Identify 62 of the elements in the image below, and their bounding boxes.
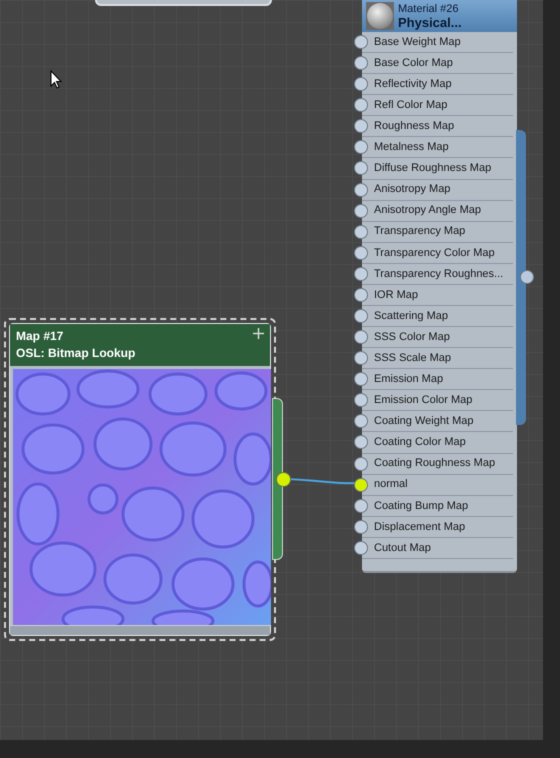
input-socket[interactable] — [354, 393, 368, 408]
input-socket[interactable] — [354, 456, 368, 471]
slot-label: IOR Map — [374, 288, 418, 303]
mouse-cursor-icon — [50, 70, 62, 89]
slot-label: Displacement Map — [374, 520, 466, 535]
input-socket[interactable] — [354, 35, 368, 49]
input-socket[interactable] — [354, 414, 368, 428]
node-type: OSL: Bitmap Lookup — [16, 345, 136, 362]
node-type: Physical... — [398, 16, 462, 29]
slot-label: Transparency Color Map — [374, 246, 495, 261]
input-socket[interactable] — [354, 309, 368, 324]
slot-label: Refl Color Map — [374, 98, 448, 114]
material-sphere-thumbnail — [366, 2, 394, 30]
input-socket[interactable] — [354, 540, 368, 555]
resize-grip[interactable] — [10, 625, 270, 635]
node-title: Map #17 — [16, 328, 64, 345]
slot-label: Reflectivity Map — [374, 76, 452, 92]
input-socket[interactable] — [354, 77, 368, 92]
slot-label: Transparency Roughnes... — [374, 266, 504, 282]
input-socket[interactable] — [354, 372, 368, 386]
slot-label: Emission Map — [374, 372, 444, 388]
slot-label: Roughness Map — [374, 119, 454, 134]
slot-label: SSS Color Map — [374, 330, 450, 345]
move-icon[interactable] — [253, 328, 264, 339]
slot-label: Base Weight Map — [374, 34, 461, 50]
slot-label: Diffuse Roughness Map — [374, 161, 492, 176]
input-socket[interactable] — [354, 204, 368, 218]
input-socket[interactable] — [354, 288, 368, 302]
slot-label: normal — [374, 477, 408, 492]
output-socket[interactable] — [520, 270, 534, 284]
input-socket[interactable] — [354, 520, 368, 534]
slot-label: Coating Bump Map — [374, 498, 468, 514]
slot-label: Coating Roughness Map — [374, 456, 496, 472]
input-socket[interactable] — [354, 182, 368, 197]
input-socket[interactable] — [354, 435, 368, 450]
slot-label: Scattering Map — [374, 308, 448, 324]
input-socket[interactable] — [354, 351, 368, 366]
slot-label: Anisotropy Angle Map — [374, 203, 482, 218]
slot-label: SSS Scale Map — [374, 350, 452, 366]
output-socket[interactable] — [276, 472, 291, 487]
slot-label: Coating Color Map — [374, 435, 466, 450]
input-socket[interactable] — [354, 140, 368, 154]
map-node[interactable]: Map #17 OSL: Bitmap Lookup — [4, 318, 276, 641]
input-socket[interactable] — [354, 98, 368, 112]
input-socket[interactable] — [354, 266, 368, 281]
output-bar[interactable] — [272, 398, 283, 560]
slot-label: Coating Weight Map — [374, 414, 474, 430]
input-socket[interactable] — [354, 330, 368, 344]
slot-label: Anisotropy Map — [374, 182, 450, 198]
slot-label: Cutout Map — [374, 540, 431, 556]
slot-label: Metalness Map — [374, 140, 449, 156]
input-socket[interactable] — [354, 498, 368, 513]
slot-label: Emission Color Map — [374, 393, 472, 408]
input-socket[interactable] — [354, 119, 368, 134]
node-title: Material #26 — [398, 3, 460, 16]
input-socket[interactable] — [354, 56, 368, 70]
input-socket[interactable] — [354, 478, 368, 492]
slot-label: Transparency Map — [374, 224, 466, 240]
slot-label: Base Color Map — [374, 56, 453, 71]
input-socket[interactable] — [354, 161, 368, 176]
input-socket[interactable] — [354, 224, 368, 239]
input-socket[interactable] — [354, 246, 368, 260]
